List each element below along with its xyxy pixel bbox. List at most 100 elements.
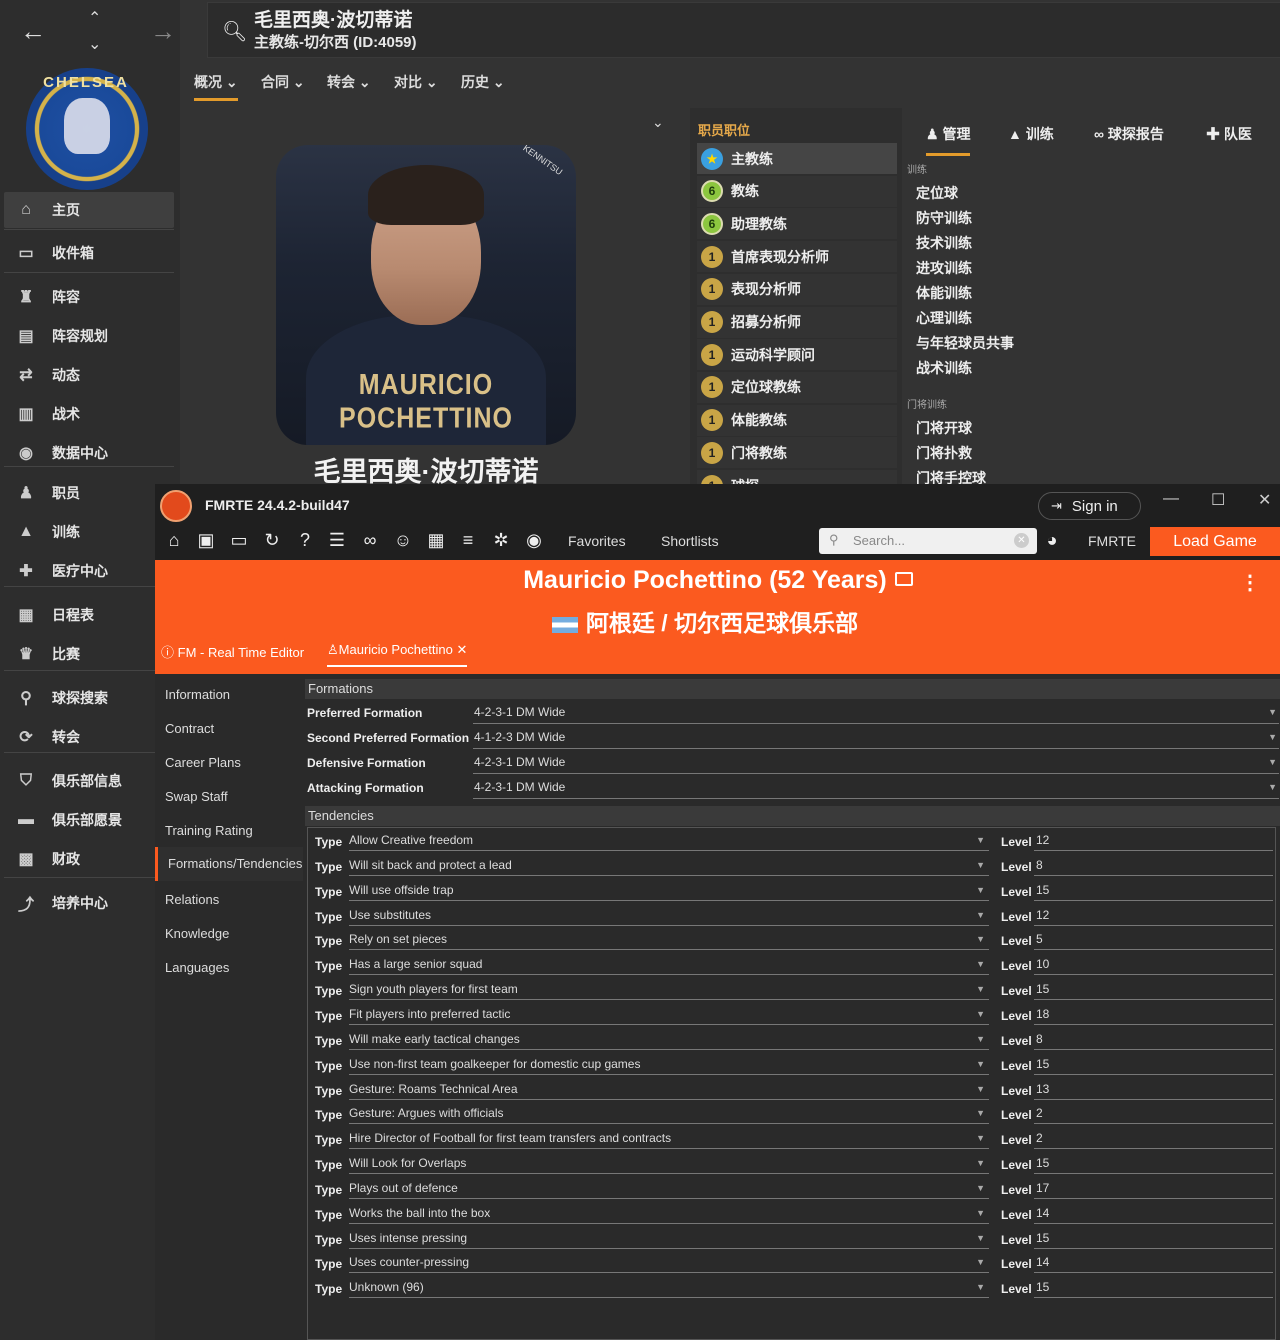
training-link[interactable]: 心理训练 xyxy=(916,308,972,328)
editor-nav-item[interactable]: Information xyxy=(165,687,230,702)
clear-icon[interactable]: ✕ xyxy=(1014,533,1029,548)
tendency-level-input[interactable]: 15 xyxy=(1034,1276,1273,1299)
fm-search-bar[interactable]: 🔍︎ 毛里西奥·波切蒂诺 主教练-切尔西 (ID:4059) xyxy=(207,2,1280,58)
sidebar-item-staff[interactable]: ♟ 职员 xyxy=(4,475,174,511)
top-menu-item[interactable]: 转会 ⌄ xyxy=(327,72,371,92)
tendency-level-input[interactable]: 5 xyxy=(1034,928,1273,951)
tendency-level-input[interactable]: 15 xyxy=(1034,1227,1273,1249)
save-icon[interactable]: ▣ xyxy=(195,530,217,551)
staff-role-item[interactable]: 1 招募分析师 xyxy=(697,306,897,338)
staff-role-item[interactable]: 1 首席表现分析师 xyxy=(697,241,897,273)
sidebar-item-shirt[interactable]: ♜ 阵容 xyxy=(4,279,174,315)
right-tab[interactable]: ♟ 管理 xyxy=(926,124,971,156)
formation-select[interactable]: 4-1-2-3 DM Wide ▼ xyxy=(473,726,1279,749)
tab-person[interactable]: ♙Mauricio Pochettino ✕ xyxy=(327,642,468,667)
tendency-level-input[interactable]: 15 xyxy=(1034,879,1273,901)
tendency-type-select[interactable]: Will use offside trap ▼ xyxy=(349,879,989,901)
tendency-level-input[interactable]: 18 xyxy=(1034,1003,1273,1025)
sidebar-item-inbox[interactable]: ▭ 收件箱 xyxy=(4,235,174,271)
forward-arrow-icon[interactable]: → xyxy=(150,18,176,44)
tendency-type-select[interactable]: Use substitutes ▼ xyxy=(349,904,989,926)
staff-role-item[interactable]: 6 助理教练 xyxy=(697,208,897,240)
tendency-type-select[interactable]: Use non-first team goalkeeper for domest… xyxy=(349,1053,989,1075)
tendency-type-select[interactable]: Hire Director of Football for first team… xyxy=(349,1127,989,1150)
training-link[interactable]: 技术训练 xyxy=(916,233,972,253)
sidebar-item-scout-search[interactable]: ⚲ 球探搜索 xyxy=(4,680,174,716)
training-link[interactable]: 防守训练 xyxy=(916,208,972,228)
formation-select[interactable]: 4-2-3-1 DM Wide ▼ xyxy=(473,776,1279,799)
tendency-type-select[interactable]: Will Look for Overlaps ▼ xyxy=(349,1152,989,1175)
close-tab-icon[interactable]: ✕ xyxy=(456,642,467,657)
sidebar-item-finance[interactable]: ▩ 财政 xyxy=(4,841,174,877)
tendency-level-input[interactable]: 2 xyxy=(1034,1102,1273,1125)
more-options-icon[interactable]: ⋮ xyxy=(1240,570,1260,595)
gk-training-link[interactable]: 门将开球 xyxy=(916,418,972,438)
monitor-icon[interactable]: ▭ xyxy=(228,530,250,551)
editor-nav-item[interactable]: Training Rating xyxy=(165,823,253,838)
sidebar-item-tactics[interactable]: ▥ 战术 xyxy=(4,396,174,432)
person-list-icon[interactable]: ☰ xyxy=(326,530,348,551)
staff-role-item[interactable]: 1 体能教练 xyxy=(697,404,897,436)
chevron-up-icon[interactable]: ⌃ xyxy=(88,6,101,32)
tendency-level-input[interactable]: 15 xyxy=(1034,1053,1273,1075)
training-link[interactable]: 体能训练 xyxy=(916,283,972,303)
search-input[interactable]: ⚲ Search... ✕ xyxy=(819,528,1037,554)
sidebar-item-trophy[interactable]: ♛ 比赛 xyxy=(4,636,174,672)
staff-role-item[interactable]: 6 教练 xyxy=(697,175,897,207)
tendency-type-select[interactable]: Works the ball into the box ▼ xyxy=(349,1202,989,1224)
top-menu-item[interactable]: 合同 ⌄ xyxy=(261,72,305,92)
help-icon[interactable]: ? xyxy=(294,530,316,551)
editor-nav-item[interactable]: Formations/Tendencies xyxy=(155,847,303,881)
editor-nav-item[interactable]: Knowledge xyxy=(165,926,229,941)
tendency-level-input[interactable]: 14 xyxy=(1034,1202,1273,1224)
screenshot-icon[interactable]: ◉ xyxy=(523,530,545,551)
tendency-level-input[interactable]: 13 xyxy=(1034,1078,1273,1100)
sidebar-item-shield[interactable]: ⛉ 俱乐部信息 xyxy=(4,763,174,799)
tendency-type-select[interactable]: Plays out of defence ▼ xyxy=(349,1177,989,1199)
tendency-level-input[interactable]: 14 xyxy=(1034,1251,1273,1274)
training-link[interactable]: 战术训练 xyxy=(916,358,972,378)
discord-icon[interactable]: ◕ xyxy=(1041,530,1063,551)
sidebar-item-training[interactable]: ▲ 训练 xyxy=(4,514,174,550)
staff-role-item[interactable]: ★ 主教练 xyxy=(697,143,897,174)
tendency-type-select[interactable]: Uses intense pressing ▼ xyxy=(349,1227,989,1249)
notes-icon[interactable]: ≡ xyxy=(457,530,479,551)
load-game-button[interactable]: Load Game xyxy=(1150,527,1280,556)
tendency-type-select[interactable]: Sign youth players for first team ▼ xyxy=(349,978,989,1001)
formation-select[interactable]: 4-2-3-1 DM Wide ▼ xyxy=(473,701,1279,724)
fmrte-button[interactable]: FMRTE xyxy=(1088,533,1136,549)
chevron-down-icon[interactable]: ⌄ xyxy=(652,114,664,131)
editor-nav-item[interactable]: Relations xyxy=(165,892,219,907)
copy-icon[interactable] xyxy=(895,572,913,586)
top-menu-item[interactable]: 概况 ⌄ xyxy=(194,72,238,101)
minimize-icon[interactable]: — xyxy=(1163,490,1179,508)
sidebar-item-dynamics[interactable]: ⇄ 动态 xyxy=(4,357,174,393)
staff-role-item[interactable]: 1 表现分析师 xyxy=(697,273,897,305)
tendency-level-input[interactable]: 8 xyxy=(1034,1028,1273,1050)
gk-training-link[interactable]: 门将扑救 xyxy=(916,443,972,463)
sidebar-item-clipboard[interactable]: ▤ 阵容规划 xyxy=(4,318,174,354)
training-link[interactable]: 定位球 xyxy=(916,183,958,203)
favorites-button[interactable]: Favorites xyxy=(568,533,626,549)
sign-in-button[interactable]: ⇥ Sign in xyxy=(1038,492,1141,520)
formation-select[interactable]: 4-2-3-1 DM Wide ▼ xyxy=(473,751,1279,774)
shortlists-button[interactable]: Shortlists xyxy=(661,533,719,549)
editor-nav-item[interactable]: Contract xyxy=(165,721,214,736)
tendency-type-select[interactable]: Has a large senior squad ▼ xyxy=(349,953,989,976)
editor-nav-item[interactable]: Career Plans xyxy=(165,755,241,770)
sidebar-item-calendar[interactable]: ▦ 日程表 xyxy=(4,597,174,633)
tendency-level-input[interactable]: 15 xyxy=(1034,978,1273,1001)
sidebar-item-home[interactable]: ⌂ 主页 xyxy=(4,192,174,228)
top-menu-item[interactable]: 对比 ⌄ xyxy=(394,72,438,92)
chevron-down-icon[interactable]: ⌄ xyxy=(88,32,101,58)
sidebar-item-development[interactable]: ⤴ 培养中心 xyxy=(4,885,174,921)
maximize-icon[interactable]: ☐ xyxy=(1211,490,1225,510)
tendency-level-input[interactable]: 15 xyxy=(1034,1152,1273,1175)
tendency-type-select[interactable]: Unknown (96) ▼ xyxy=(349,1276,989,1299)
sidebar-item-medical[interactable]: ✚ 医疗中心 xyxy=(4,553,174,589)
home-icon[interactable]: ⌂ xyxy=(163,530,185,551)
tendency-type-select[interactable]: Will make early tactical changes ▼ xyxy=(349,1028,989,1050)
refresh-icon[interactable]: ↻ xyxy=(261,530,283,551)
top-menu-item[interactable]: 历史 ⌄ xyxy=(461,72,505,92)
close-icon[interactable]: ✕ xyxy=(1258,490,1271,510)
